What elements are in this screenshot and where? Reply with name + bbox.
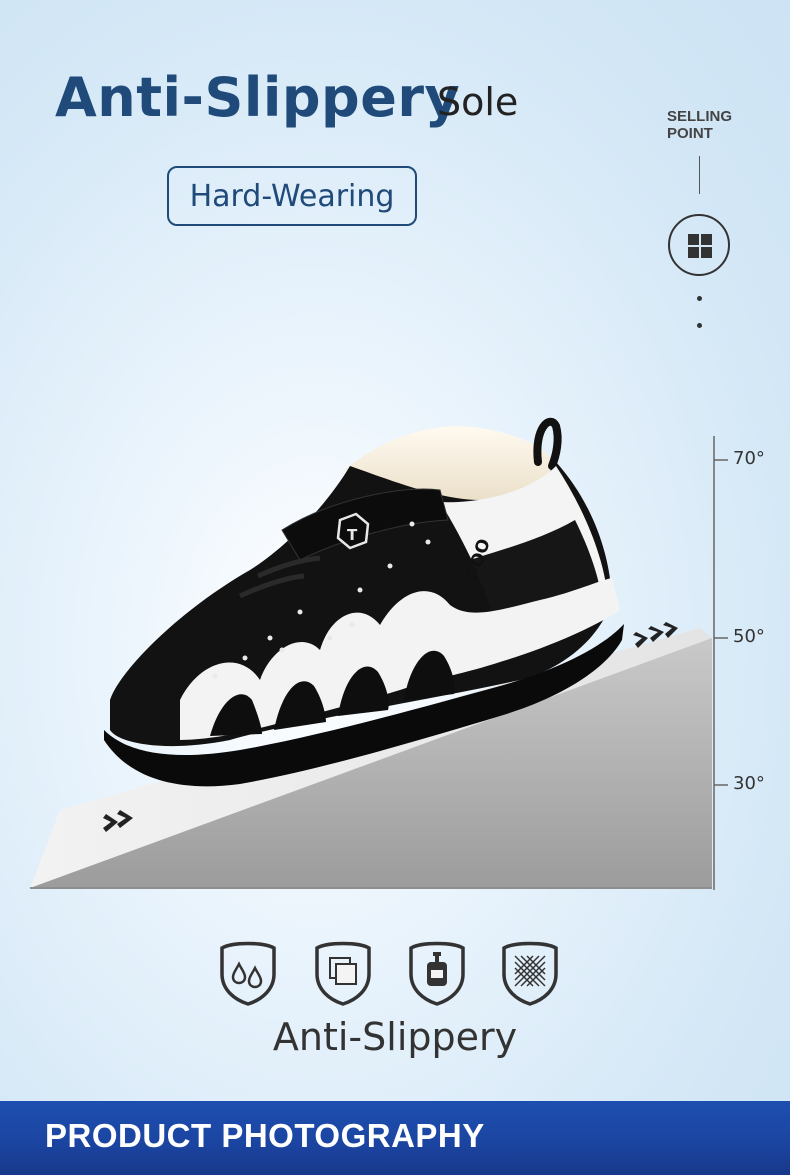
layers-shield-icon: [315, 941, 371, 1006]
angle-label-70: 70°: [733, 448, 765, 469]
selling-point-button[interactable]: [668, 214, 730, 276]
angle-label-50: 50°: [733, 626, 765, 647]
page-subtitle: Sole: [437, 80, 519, 124]
banner-title: PRODUCT PHOTOGRAPHY: [45, 1117, 485, 1154]
bottle-shield-icon: [409, 941, 465, 1006]
selling-point-dot: [697, 323, 702, 328]
feature-icons-row: [0, 938, 790, 1010]
selling-point-text: SELLING POINT: [667, 108, 733, 142]
water-drops-shield-icon: [220, 941, 276, 1006]
selling-point-dot: [697, 296, 702, 301]
page-title: Anti-Slippery: [55, 66, 461, 129]
feature-caption: Anti-Slippery: [272, 1015, 518, 1059]
selling-point-divider: [699, 156, 700, 194]
section-banner: PRODUCT PHOTOGRAPHY: [0, 1101, 790, 1175]
hard-wearing-badge: Hard-Wearing: [167, 166, 417, 226]
product-scene: T T-OO 70° 50° 30°: [0, 400, 790, 910]
angle-label-30: 30°: [733, 773, 765, 794]
texture-shield-icon: [502, 941, 558, 1006]
ramp-and-shoe-illustration: T T-OO: [30, 417, 728, 890]
selling-point-label: SELLING POINT: [667, 108, 757, 142]
shoe-logo-letter: T: [347, 526, 358, 544]
grid-icon: [688, 234, 712, 258]
